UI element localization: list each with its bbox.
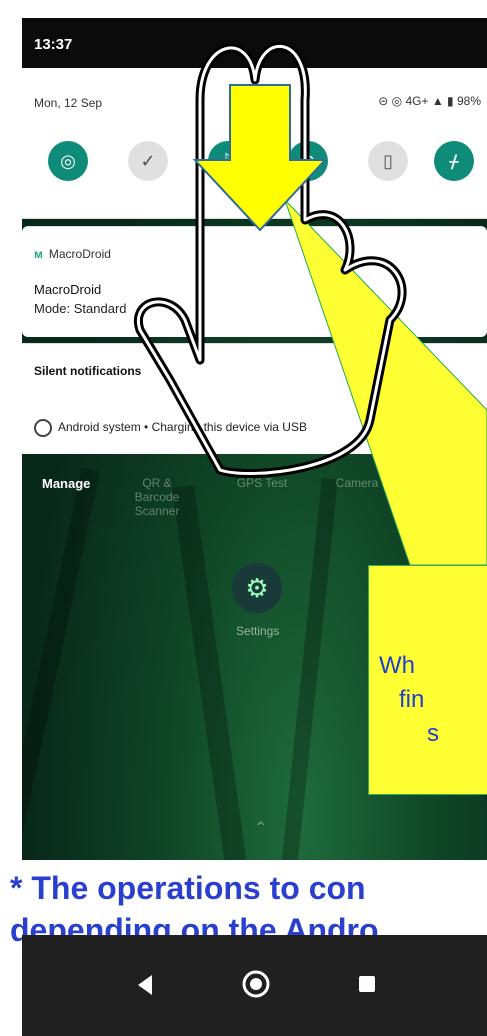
callout-line: fin — [399, 686, 425, 713]
callout-line: s — [427, 720, 439, 747]
callout-pointer — [284, 199, 487, 566]
callout-box: Wh fin s — [368, 565, 487, 795]
callout-line: Wh — [379, 652, 415, 679]
note-line: * The operations to con — [10, 870, 366, 906]
navigation-bar — [22, 935, 487, 1036]
recents-icon[interactable] — [358, 975, 376, 993]
back-icon[interactable] — [136, 973, 156, 997]
home-icon[interactable] — [241, 969, 271, 999]
